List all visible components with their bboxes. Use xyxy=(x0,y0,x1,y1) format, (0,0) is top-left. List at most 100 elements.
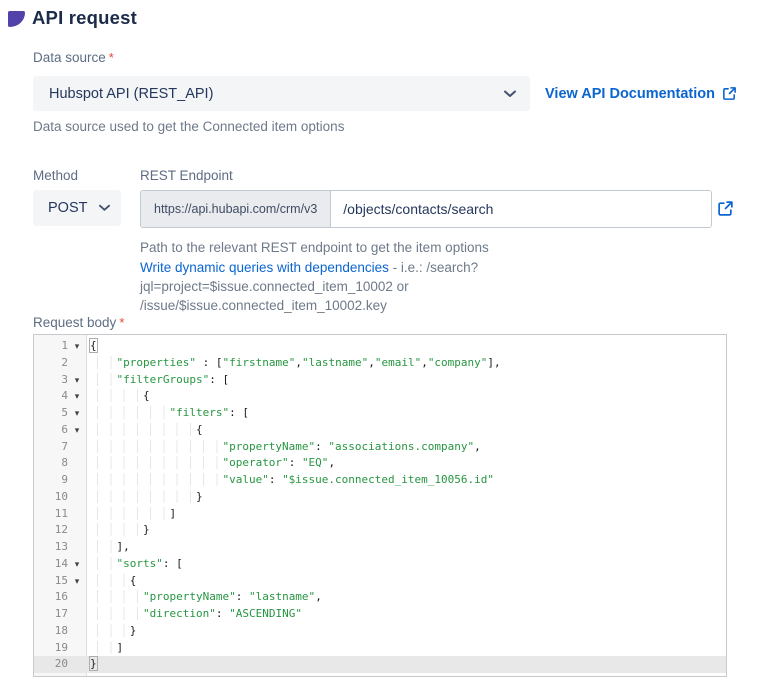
code-line[interactable]: 9 "value": "$issue.connected_item_10056.… xyxy=(34,472,726,489)
fold-toggle-icon[interactable]: ▾ xyxy=(68,338,86,355)
line-number-gutter[interactable]: 3▾ xyxy=(34,372,86,389)
code-line-text: { xyxy=(86,573,136,590)
request-body-code-editor[interactable]: 1▾{2 "properties" : ["firstname","lastna… xyxy=(33,334,727,677)
code-line[interactable]: 16 "propertyName": "lastname", xyxy=(34,589,726,606)
rest-endpoint-field: https://api.hubapi.com/crm/v3 xyxy=(140,190,712,228)
code-line-text: } xyxy=(86,623,136,640)
line-number-gutter[interactable]: 1▾ xyxy=(34,338,86,355)
line-number-gutter[interactable]: 7 xyxy=(34,439,86,456)
code-line-text: "properties" : ["firstname","lastname","… xyxy=(86,355,501,372)
code-line[interactable]: 10 } xyxy=(34,489,726,506)
open-endpoint-external-link-icon[interactable] xyxy=(716,199,734,217)
data-source-select[interactable]: Hubspot API (REST_API) xyxy=(33,76,530,111)
code-line-text: "operator": "EQ", xyxy=(86,455,335,472)
code-line-text: } xyxy=(86,522,150,539)
code-line[interactable]: 19 ] xyxy=(34,640,726,657)
fold-spacer xyxy=(68,522,86,539)
code-line[interactable]: 13 ], xyxy=(34,539,726,556)
line-number-gutter[interactable]: 15▾ xyxy=(34,573,86,590)
code-line[interactable]: 20} xyxy=(34,656,726,673)
code-line-text: } xyxy=(86,656,98,673)
code-line-text: { xyxy=(86,422,203,439)
code-line[interactable]: 11 ] xyxy=(34,506,726,523)
code-line[interactable]: 14▾ "sorts": [ xyxy=(34,556,726,573)
fold-toggle-icon[interactable]: ▾ xyxy=(68,405,86,422)
chevron-down-icon xyxy=(504,90,530,98)
code-line[interactable]: 4▾ { xyxy=(34,388,726,405)
code-line-text: ] xyxy=(86,506,176,523)
line-number-gutter[interactable]: 13 xyxy=(34,539,86,556)
code-line[interactable]: 1▾{ xyxy=(34,338,726,355)
code-line[interactable]: 18 } xyxy=(34,623,726,640)
method-select[interactable]: POST xyxy=(33,190,121,226)
fold-toggle-icon[interactable]: ▾ xyxy=(68,422,86,439)
dynamic-queries-line1: Write dynamic queries with dependencies … xyxy=(140,258,730,296)
line-number-gutter[interactable]: 2 xyxy=(34,355,86,372)
data-source-value: Hubspot API (REST_API) xyxy=(33,86,213,102)
code-line-text: "value": "$issue.connected_item_10056.id… xyxy=(86,472,494,489)
code-line[interactable]: 8 "operator": "EQ", xyxy=(34,455,726,472)
code-line-text: "filterGroups": [ xyxy=(86,372,229,389)
code-line[interactable]: 2 "properties" : ["firstname","lastname"… xyxy=(34,355,726,372)
dynamic-queries-line2: /issue/$issue.connected_item_10002.key xyxy=(140,296,730,315)
fold-toggle-icon[interactable]: ▾ xyxy=(68,388,86,405)
line-number-gutter[interactable]: 19 xyxy=(34,640,86,657)
code-line[interactable]: 17 "direction": "ASCENDING" xyxy=(34,606,726,623)
code-line-text: { xyxy=(86,388,150,405)
line-number-gutter[interactable]: 11 xyxy=(34,506,86,523)
fold-toggle-icon[interactable]: ▾ xyxy=(68,556,86,573)
line-number-gutter[interactable]: 14▾ xyxy=(34,556,86,573)
method-label: Method xyxy=(33,168,78,183)
line-number-gutter[interactable]: 5▾ xyxy=(34,405,86,422)
code-line-text: } xyxy=(86,489,203,506)
code-line-text: "propertyName": "associations.company", xyxy=(86,439,481,456)
code-line-text: "direction": "ASCENDING" xyxy=(86,606,302,623)
code-line[interactable]: 15▾ { xyxy=(34,573,726,590)
line-number-gutter[interactable]: 10 xyxy=(34,489,86,506)
fold-spacer xyxy=(68,355,86,372)
method-value: POST xyxy=(33,200,87,216)
endpoint-path-input[interactable] xyxy=(331,191,711,227)
external-link-icon xyxy=(722,86,737,101)
fold-spacer xyxy=(68,539,86,556)
rest-endpoint-label: REST Endpoint xyxy=(140,168,233,183)
required-asterisk: * xyxy=(109,50,114,65)
line-number-gutter[interactable]: 8 xyxy=(34,455,86,472)
data-source-helper: Data source used to get the Connected it… xyxy=(33,119,344,134)
code-line-text: ], xyxy=(86,539,130,556)
line-number-gutter[interactable]: 12 xyxy=(34,522,86,539)
fold-spacer xyxy=(68,439,86,456)
code-line[interactable]: 3▾ "filterGroups": [ xyxy=(34,372,726,389)
line-number-gutter[interactable]: 18 xyxy=(34,623,86,640)
line-number-gutter[interactable]: 17 xyxy=(34,606,86,623)
view-api-documentation-link[interactable]: View API Documentation xyxy=(545,86,737,102)
line-number-gutter[interactable]: 16 xyxy=(34,589,86,606)
code-line-text: "filters": [ xyxy=(86,405,249,422)
code-line-text: "propertyName": "lastname", xyxy=(86,589,322,606)
fold-spacer xyxy=(68,489,86,506)
required-asterisk: * xyxy=(119,315,124,330)
line-number-gutter[interactable]: 4▾ xyxy=(34,388,86,405)
fold-spacer xyxy=(68,606,86,623)
fold-toggle-icon[interactable]: ▾ xyxy=(68,573,86,590)
fold-toggle-icon[interactable]: ▾ xyxy=(68,372,86,389)
code-line[interactable]: 6▾ { xyxy=(34,422,726,439)
fold-spacer xyxy=(68,455,86,472)
data-source-label: Data source* xyxy=(33,50,114,65)
line-number-gutter[interactable]: 9 xyxy=(34,472,86,489)
request-body-label: Request body* xyxy=(33,315,124,330)
code-editor-lines: 1▾{2 "properties" : ["firstname","lastna… xyxy=(34,338,726,673)
app-badge-icon xyxy=(8,11,25,27)
page-title: API request xyxy=(32,7,137,29)
fold-spacer xyxy=(68,506,86,523)
code-line-text: ] xyxy=(86,640,123,657)
line-number-gutter[interactable]: 6▾ xyxy=(34,422,86,439)
fold-spacer xyxy=(68,656,86,673)
code-line[interactable]: 7 "propertyName": "associations.company"… xyxy=(34,439,726,456)
code-line[interactable]: 12 } xyxy=(34,522,726,539)
text-cursor xyxy=(97,656,98,669)
chevron-down-icon xyxy=(99,204,121,212)
code-line[interactable]: 5▾ "filters": [ xyxy=(34,405,726,422)
line-number-gutter[interactable]: 20 xyxy=(34,656,86,673)
dynamic-queries-link[interactable]: Write dynamic queries with dependencies xyxy=(140,260,389,275)
